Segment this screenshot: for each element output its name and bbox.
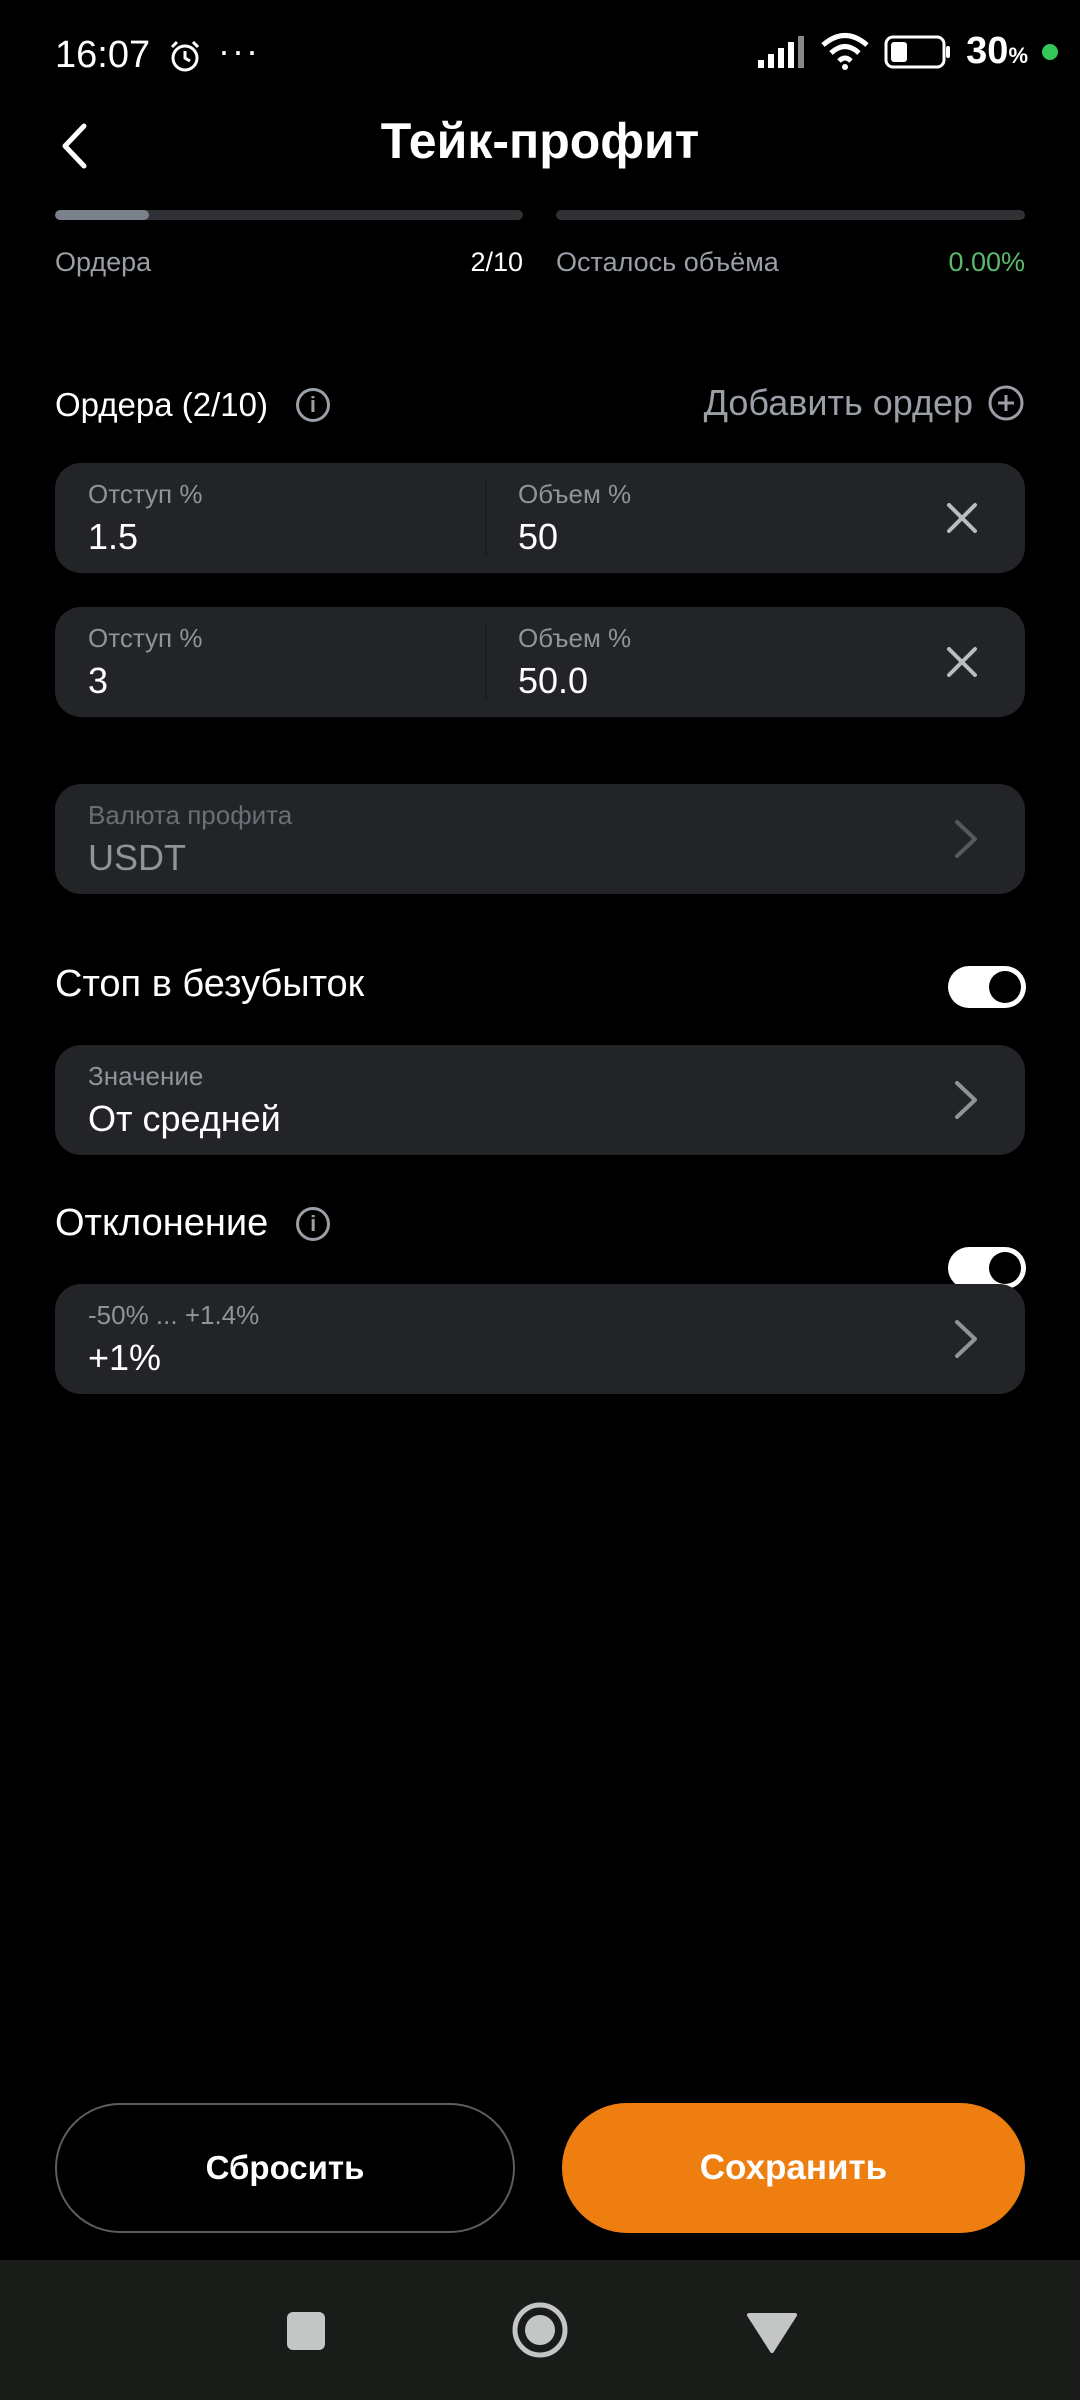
info-icon[interactable]: i: [296, 1206, 331, 1241]
wifi-icon: [821, 32, 869, 70]
deviation-title: Отклонение i: [55, 1202, 331, 1245]
status-icons: 30%: [756, 30, 1058, 73]
offset-input[interactable]: 1.5: [88, 516, 138, 558]
volume-remaining-label: Осталось объёма: [556, 247, 779, 277]
offset-input[interactable]: 3: [88, 660, 108, 702]
add-order-label: Добавить ордер: [703, 382, 973, 423]
divider: [485, 479, 487, 557]
offset-label: Отступ %: [88, 479, 203, 509]
more-indicator: ···: [218, 30, 260, 71]
system-nav-bar: [0, 2260, 1080, 2400]
volume-remaining-value: 0.00%: [948, 247, 1025, 277]
deviation-value: +1%: [88, 1337, 162, 1378]
add-order-button[interactable]: Добавить ордер: [704, 382, 1025, 424]
breakeven-value-select[interactable]: Значение От средней: [55, 1045, 1025, 1155]
reset-button[interactable]: Сбросить: [55, 2103, 515, 2233]
breakeven-value-label: Значение: [88, 1061, 204, 1091]
profit-currency-value: USDT: [88, 837, 186, 878]
breakeven-toggle[interactable]: [948, 966, 1026, 1008]
orders-progress-label: Ордера: [55, 247, 152, 277]
close-icon[interactable]: [937, 637, 987, 687]
orders-progress-value: 2/10: [470, 247, 523, 277]
plus-circle-icon: [988, 385, 1024, 421]
chevron-right-icon: [955, 820, 977, 858]
volume-progress-bar: [556, 210, 1025, 220]
alarm-icon: [170, 40, 200, 72]
volume-input[interactable]: 50: [518, 516, 558, 558]
divider: [485, 623, 487, 701]
recents-button[interactable]: [287, 2312, 325, 2350]
status-time: 16:07: [55, 34, 151, 76]
order-card: Отступ % 3 Объем % 50.0: [55, 607, 1025, 717]
privacy-dot: [1042, 43, 1058, 60]
page-title: Тейк-профит: [380, 113, 700, 169]
signal-icon: [758, 35, 805, 68]
battery-unit: %: [1008, 43, 1028, 68]
deviation-range-label: -50% ... +1.4%: [88, 1300, 260, 1330]
breakeven-title: Стоп в безубыток: [55, 963, 364, 1006]
info-icon[interactable]: i: [295, 388, 330, 422]
home-button[interactable]: [510, 2300, 570, 2360]
orders-section-header: Ордера (2/10) i: [55, 386, 330, 424]
breakeven-value: От средней: [88, 1098, 281, 1139]
chevron-right-icon: [955, 1320, 977, 1358]
battery-icon: [884, 35, 951, 68]
back-triangle-icon[interactable]: [746, 2312, 798, 2354]
save-button[interactable]: Сохранить: [562, 2103, 1025, 2233]
orders-section-title: Ордера (2/10): [55, 386, 268, 423]
chevron-right-icon: [955, 1081, 977, 1119]
deviation-value-select[interactable]: -50% ... +1.4% +1%: [55, 1284, 1025, 1394]
profit-currency-select[interactable]: Валюта профита USDT: [55, 784, 1025, 894]
deviation-toggle[interactable]: [948, 1247, 1026, 1289]
orders-progress-bar: [55, 210, 523, 220]
order-card: Отступ % 1.5 Объем % 50: [55, 463, 1025, 573]
volume-input[interactable]: 50.0: [518, 660, 588, 702]
battery-percent: 30: [966, 30, 1009, 72]
orders-progress-fill: [55, 210, 149, 220]
volume-label: Объем %: [518, 623, 632, 653]
deviation-label: Отклонение: [55, 1202, 269, 1244]
offset-label: Отступ %: [88, 623, 203, 653]
profit-currency-label: Валюта профита: [88, 800, 293, 830]
breakeven-label: Стоп в безубыток: [55, 963, 365, 1005]
close-icon[interactable]: [937, 493, 987, 543]
volume-label: Объем %: [518, 479, 632, 509]
